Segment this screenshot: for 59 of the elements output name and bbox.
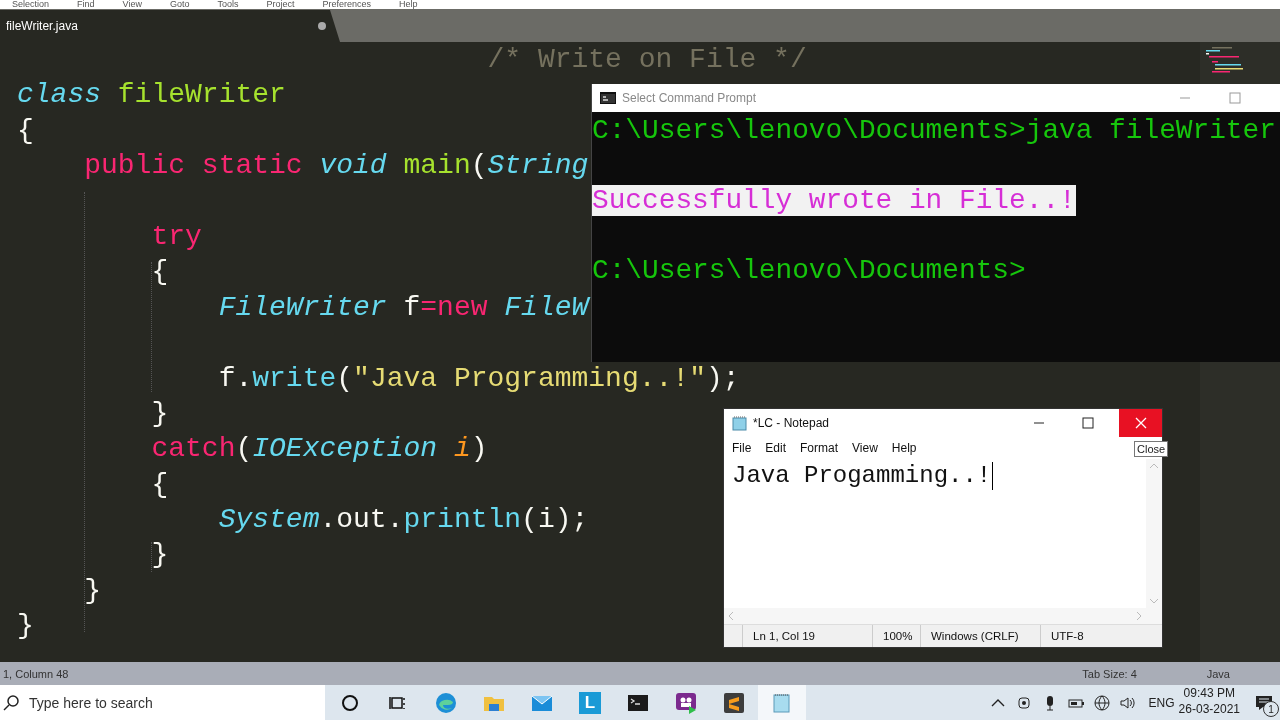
menu-item[interactable]: Project bbox=[266, 0, 295, 9]
globe-icon[interactable] bbox=[1092, 693, 1111, 712]
close-icon bbox=[1134, 417, 1147, 429]
code-line: try bbox=[150, 219, 202, 254]
code-line: f.write("Java Programming..!"); bbox=[217, 361, 740, 396]
clock-time[interactable]: 09:43 PM bbox=[1183, 685, 1235, 701]
menu-item[interactable]: Tools bbox=[217, 0, 239, 9]
menu-item[interactable]: View bbox=[852, 441, 878, 455]
language-indicator[interactable]: ENG bbox=[1148, 695, 1175, 710]
code-line: { bbox=[150, 255, 169, 290]
syntax-setting[interactable]: Java bbox=[1206, 667, 1230, 680]
console-icon bbox=[600, 92, 616, 104]
menu-item[interactable]: Help bbox=[399, 0, 418, 9]
tooltip: Close bbox=[1134, 441, 1169, 457]
code-line: FileWriter f=new FileW bbox=[217, 290, 589, 325]
menu-item[interactable]: Goto bbox=[169, 0, 190, 9]
code-line: } bbox=[150, 396, 169, 431]
code-line: catch(IOException i) bbox=[150, 432, 488, 467]
status-field: UTF-8 bbox=[1040, 625, 1140, 647]
console-line: C:\Users\lenovo\Documents>java fileWriter bbox=[592, 115, 1276, 146]
menu-item[interactable]: View bbox=[122, 0, 142, 9]
menu-item[interactable]: Selection bbox=[12, 0, 50, 9]
menu-item[interactable]: Format bbox=[800, 441, 839, 455]
menu-item[interactable]: Help bbox=[891, 441, 917, 455]
notepad-icon bbox=[732, 415, 748, 431]
video-app-icon bbox=[675, 691, 697, 714]
file-tab[interactable]: fileWriter.java bbox=[0, 10, 340, 42]
code-line: } bbox=[83, 573, 101, 608]
menu-item[interactable]: Edit bbox=[765, 441, 787, 455]
menu-item[interactable]: File bbox=[732, 441, 752, 455]
window-title: *LC - Notepad bbox=[753, 416, 830, 430]
console-line: C:\Users\lenovo\Documents> bbox=[592, 255, 1026, 286]
code-line: System.out.println(i); bbox=[217, 503, 589, 538]
sublime-text-icon bbox=[723, 691, 745, 714]
cursor-position: 1, Column 48 bbox=[3, 667, 69, 680]
status-field: Ln 1, Col 19 bbox=[742, 625, 872, 647]
menu-item[interactable]: Find bbox=[77, 0, 95, 9]
notepad-icon bbox=[771, 691, 793, 714]
code-line: } bbox=[17, 609, 34, 644]
maximize-icon[interactable] bbox=[1082, 417, 1094, 429]
search-icon bbox=[3, 694, 19, 711]
code-line: } bbox=[150, 538, 169, 573]
menu-item[interactable]: Preferences bbox=[322, 0, 371, 9]
status-field: 100% bbox=[872, 625, 920, 647]
code-line: public static void main(String bbox=[83, 149, 589, 184]
text-cursor bbox=[992, 462, 994, 490]
app-logo: L bbox=[579, 691, 601, 714]
window-title: Select Command Prompt bbox=[622, 91, 757, 105]
code-line: /* Write on File */ bbox=[486, 43, 807, 77]
text-area-content: Java Progamming..! bbox=[732, 462, 992, 489]
code-line: { bbox=[17, 113, 34, 148]
tab-size-setting[interactable]: Tab Size: 4 bbox=[1082, 667, 1137, 680]
code-line: class fileWriter bbox=[17, 78, 286, 113]
code-line: { bbox=[150, 467, 169, 502]
notification-count: 1 bbox=[1263, 701, 1279, 717]
clock-date[interactable]: 26-03-2021 bbox=[1178, 701, 1240, 717]
browser-icon bbox=[435, 691, 457, 714]
search-field[interactable]: Type here to search bbox=[29, 694, 153, 711]
status-field: Windows (CRLF) bbox=[920, 625, 1040, 647]
